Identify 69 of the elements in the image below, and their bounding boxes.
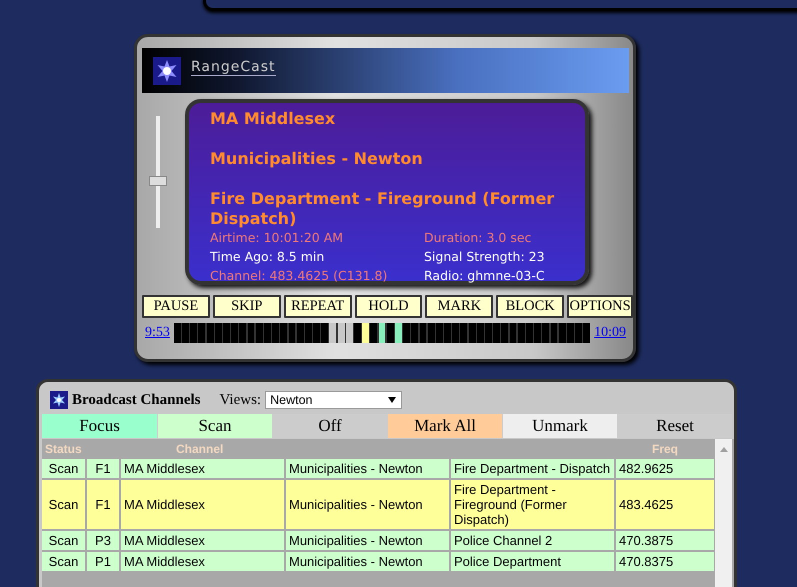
panel-title: Broadcast Channels (72, 392, 200, 408)
timeline-segment[interactable] (338, 323, 345, 343)
slider-thumb[interactable] (149, 176, 167, 186)
call-detail: Radio: ghmne-03-C (424, 267, 546, 284)
call-detail: Airtime: 10:01:20 AM (210, 229, 344, 246)
star-logo-icon (50, 391, 68, 409)
table-cell: MA Middlesex (119, 480, 284, 529)
start-time-link[interactable]: 9:53 (145, 325, 170, 341)
column-header: Freq (651, 442, 680, 456)
table-cell: Municipalities - Newton (284, 459, 449, 478)
timeline-segment[interactable] (394, 323, 402, 343)
player-button[interactable]: REPEAT (284, 295, 352, 318)
filter-button[interactable]: Focus (42, 414, 157, 438)
brand-name: RangeCast (191, 59, 276, 76)
call-title: MA Middlesex (210, 109, 336, 129)
call-detail: Signal Strength: 23 (424, 248, 546, 265)
call-detail: Duration: 3.0 sec (424, 229, 532, 246)
table-cell-text: Scan (48, 553, 80, 571)
table-cell: MA Middlesex (119, 459, 284, 478)
table-cell: Police Channel 2 (449, 531, 614, 550)
table-cell: P1 (85, 552, 119, 571)
views-label: Views: (220, 392, 262, 408)
views-dropdown[interactable]: Newton (265, 391, 402, 409)
filter-button[interactable]: Off (272, 414, 387, 438)
timeline-segment[interactable] (378, 323, 386, 343)
timeline-segment[interactable] (329, 323, 336, 343)
channel-row[interactable]: Scan F1 MA Middlesex Municipalities - Newton Fire Department - Dispatch 482.9625 (42, 459, 714, 480)
player-button[interactable]: MARK (425, 295, 494, 318)
table-cell: Municipalities - Newton (284, 531, 449, 550)
volume-slider[interactable] (147, 116, 169, 228)
star-logo-icon (153, 56, 181, 84)
table-cell: F1 (85, 459, 119, 478)
timeline-segment[interactable] (362, 323, 370, 343)
table-cell: Police Department (449, 552, 614, 571)
call-title: Municipalities - Newton (210, 149, 424, 169)
filter-button[interactable]: Unmark (502, 414, 617, 438)
scroll-up-icon[interactable] (720, 447, 728, 452)
table-cell: Fire Department - Dispatch (449, 459, 614, 478)
filter-button[interactable]: Mark All (387, 414, 502, 438)
table-cell-text: Scan (48, 496, 80, 514)
table-cell: Municipalities - Newton (284, 480, 449, 529)
player-button[interactable]: SKIP (212, 295, 281, 318)
channel-row[interactable]: Scan F1 MA Middlesex Municipalities - Newton Fire Department - Fireground (Former Dispatch) 483.4625 (42, 480, 714, 531)
caret-icon (388, 397, 396, 403)
table-cell-text: Scan (48, 532, 80, 550)
player-button[interactable]: BLOCK (496, 295, 564, 318)
player-button[interactable]: PAUSE (142, 295, 210, 318)
table-cell: F1 (85, 480, 119, 529)
table-cell: P3 (85, 531, 119, 550)
player-button[interactable]: OPTIONS (567, 295, 634, 318)
channel-row[interactable]: Scan P3 MA Middlesex Municipalities - Newton Police Channel 2 470.3875 (42, 531, 714, 552)
player-button[interactable]: HOLD (354, 295, 422, 318)
column-header: Channel (175, 442, 224, 456)
column-header: Status (44, 442, 83, 456)
call-detail: Channel: 483.4625 (C131.8) (210, 267, 388, 284)
table-cell: MA Middlesex (119, 552, 284, 571)
table-cell-text: Scan (48, 460, 80, 478)
table-cell: Municipalities - Newton (284, 552, 449, 571)
timeline-segment[interactable] (583, 323, 590, 343)
timeline-segment[interactable] (174, 323, 181, 343)
call-title: Fire Department - Fireground (Former Dispatch) (210, 189, 556, 229)
filter-button[interactable]: Reset (617, 414, 732, 438)
table-cell: Fire Department - Fireground (Former Dispatch) (449, 480, 614, 529)
call-detail: Time Ago: 8.5 min (210, 248, 326, 265)
filter-button[interactable]: Scan (157, 414, 272, 438)
scrollbar[interactable] (715, 439, 732, 587)
channel-row[interactable]: Scan P1 MA Middlesex Municipalities - Newton Police Department 470.8375 (42, 552, 714, 573)
table-cell: MA Middlesex (119, 531, 284, 550)
timeline-segment[interactable] (346, 323, 353, 343)
